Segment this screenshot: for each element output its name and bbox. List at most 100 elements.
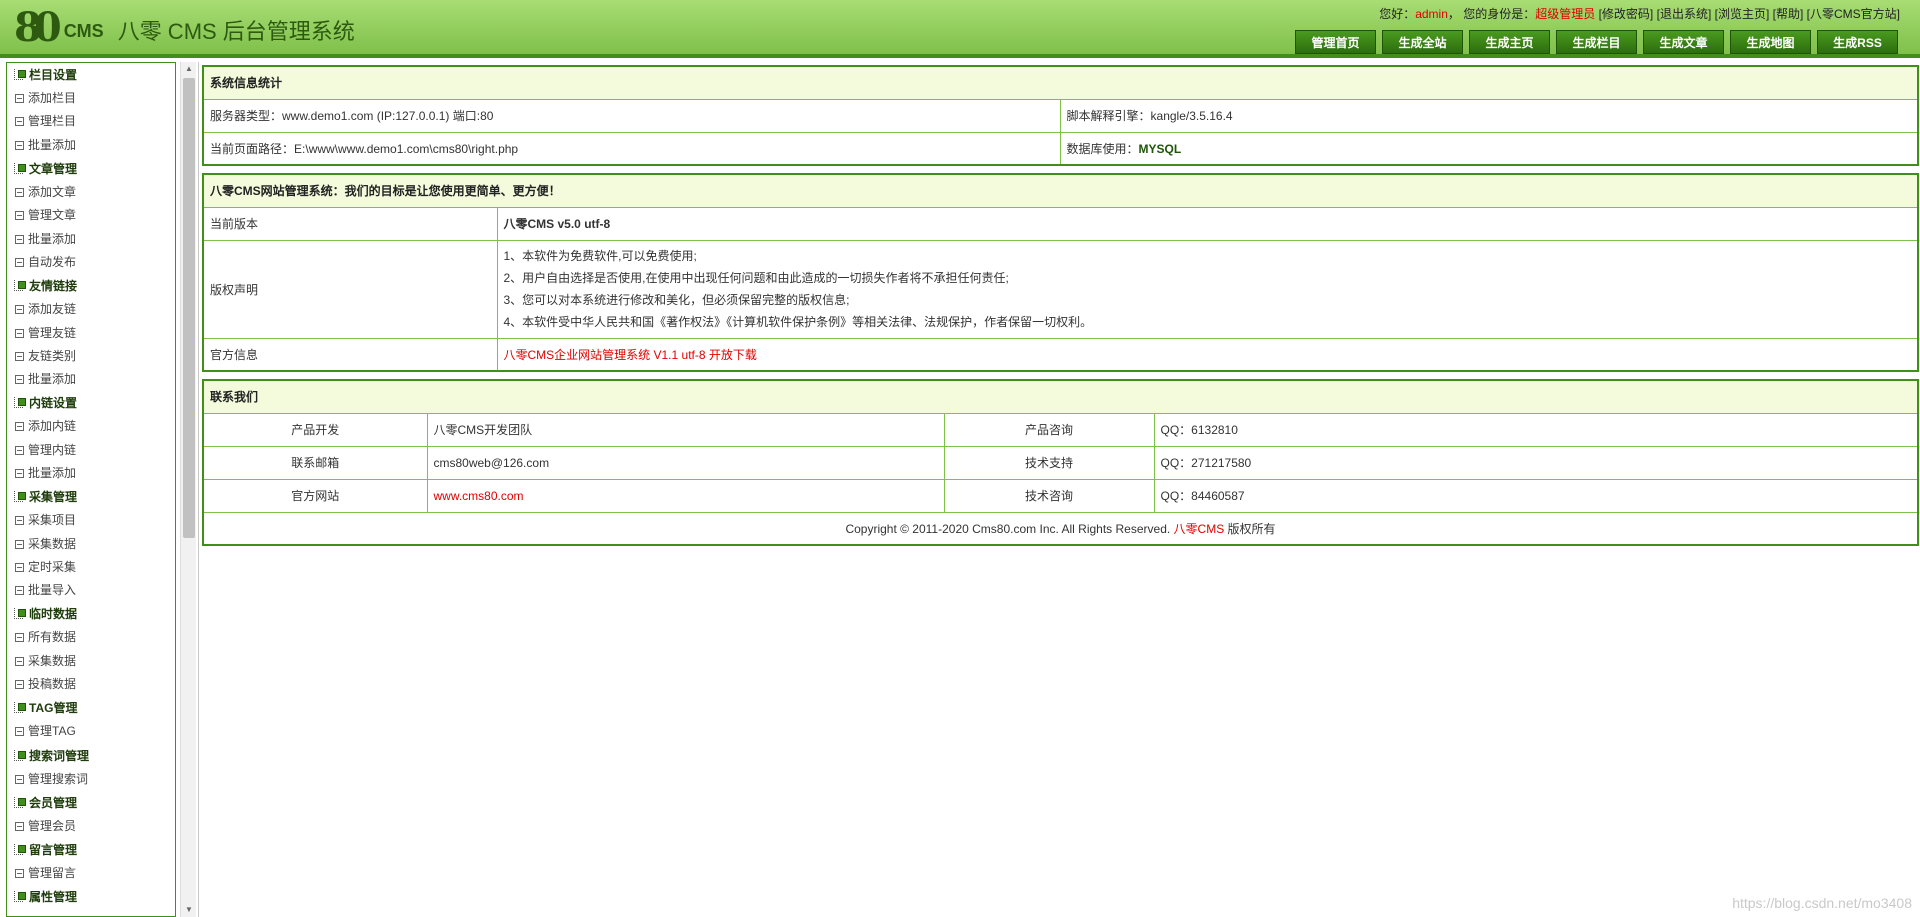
sidebar-item-label: 管理文章 [28, 208, 77, 223]
sidebar-item[interactable]: 管理留言 [7, 862, 175, 885]
sidebar-item[interactable]: 定时采集 [7, 556, 175, 579]
sidebar-item[interactable]: 管理内链 [7, 439, 175, 462]
sidebar-item[interactable]: 投稿数据 [7, 673, 175, 696]
collapse-square-icon [15, 351, 24, 361]
official-website-link[interactable]: www.cms80.com [434, 489, 524, 503]
collapse-square-icon [15, 727, 24, 737]
sidebar-category[interactable]: TAG管理 [7, 696, 175, 720]
sidebar-item[interactable]: 批量添加 [7, 227, 175, 250]
sidebar-item-label: 添加友链 [28, 302, 77, 317]
sidebar-item-label: 采集数据 [28, 653, 77, 668]
sidebar-category-label: 栏目设置 [29, 68, 78, 82]
sidebar-category[interactable]: 临时数据 [7, 602, 175, 626]
sidebar-item[interactable]: 管理会员 [7, 815, 175, 838]
sidebar-item[interactable]: 自动发布 [7, 251, 175, 274]
sidebar-category[interactable]: 会员管理 [7, 791, 175, 815]
sidebar-item[interactable]: 所有数据 [7, 626, 175, 649]
sidebar-item[interactable]: 管理TAG [7, 720, 175, 743]
script-engine-label: 脚本解释引擎： [1066, 109, 1151, 123]
sidebar-item[interactable]: 采集数据 [7, 650, 175, 673]
sidebar-item[interactable]: 批量添加 [7, 462, 175, 485]
nav-admin-home[interactable]: 管理首页 [1295, 30, 1376, 54]
sidebar-category[interactable]: 文章管理 [7, 157, 175, 181]
version-label: 当前版本 [202, 206, 498, 241]
nav-generate-site[interactable]: 生成全站 [1382, 30, 1463, 54]
help-link[interactable]: [帮助] [1773, 7, 1804, 21]
sidebar-category[interactable]: 属性管理 [7, 885, 175, 909]
sidebar-item[interactable]: 友链类别 [7, 345, 175, 368]
sidebar-category[interactable]: 搜索词管理 [7, 744, 175, 768]
sidebar-item[interactable]: 管理友链 [7, 321, 175, 344]
sidebar-category[interactable]: 采集管理 [7, 485, 175, 509]
tree-folder-icon [13, 890, 27, 904]
sidebar-category-label: TAG管理 [29, 701, 78, 716]
sidebar-item-label: 管理栏目 [28, 114, 77, 129]
collapse-square-icon [15, 656, 24, 666]
contact-title: 联系我们 [202, 379, 1919, 414]
change-password-link[interactable]: [修改密码] [1599, 7, 1654, 21]
sidebar-item[interactable]: 批量添加 [7, 368, 175, 391]
sidebar-item[interactable]: 采集数据 [7, 532, 175, 555]
tree-folder-icon [13, 396, 27, 410]
logout-link[interactable]: [退出系统] [1657, 7, 1712, 21]
collapse-square-icon [15, 188, 24, 198]
sidebar-item[interactable]: 添加栏目 [7, 87, 175, 110]
system-info-title: 系统信息统计 [202, 65, 1919, 100]
sidebar-item-label: 定时采集 [28, 559, 77, 574]
sidebar-item[interactable]: 添加内链 [7, 415, 175, 438]
sidebar-item-label: 批量添加 [28, 137, 77, 152]
sidebar-item-label: 批量导入 [28, 583, 77, 598]
sidebar-category[interactable]: 栏目设置 [7, 63, 175, 87]
nav-generate-columns[interactable]: 生成栏目 [1556, 30, 1637, 54]
contact-value: 八零CMS开发团队 [426, 412, 945, 447]
sidebar-item[interactable]: 管理文章 [7, 204, 175, 227]
collapse-square-icon [15, 539, 24, 549]
sidebar-category[interactable]: 留言管理 [7, 838, 175, 862]
scroll-thumb[interactable] [183, 78, 195, 538]
script-engine-cell: 脚本解释引擎：kangle/3.5.16.4 [1059, 98, 1919, 133]
sidebar-item[interactable]: 添加文章 [7, 181, 175, 204]
collapse-square-icon [15, 375, 24, 385]
footer-prefix: Copyright © 2011-2020 Cms80.com Inc. All… [845, 521, 1174, 536]
user-bar: 您好：admin， 您的身份是：超级管理员 [修改密码] [退出系统] [浏览主… [1379, 5, 1900, 22]
nav-generate-home[interactable]: 生成主页 [1469, 30, 1550, 54]
sidebar-scrollbar[interactable]: ▲ ▼ [180, 62, 196, 917]
footer-suffix: 版权所有 [1224, 521, 1276, 536]
sidebar-item[interactable]: 添加友链 [7, 298, 175, 321]
contact-label: 技术咨询 [943, 478, 1155, 513]
sidebar-item-label: 友链类别 [28, 348, 77, 363]
sidebar-item-label: 批量添加 [28, 231, 77, 246]
server-type-value: www.demo1.com (IP:127.0.0.1) 端口:80 [282, 109, 494, 123]
sidebar-category-label: 文章管理 [29, 161, 78, 176]
greeting-label: 您好： [1379, 7, 1416, 21]
tree-folder-icon [13, 490, 27, 504]
sidebar-item[interactable]: 批量导入 [7, 579, 175, 602]
footer-brand-link[interactable]: 八零CMS [1174, 522, 1225, 536]
scroll-down-arrow-icon[interactable]: ▼ [181, 903, 197, 917]
view-homepage-link[interactable]: [浏览主页] [1715, 7, 1770, 21]
collapse-square-icon [15, 869, 24, 879]
official-site-link[interactable]: [八零CMS官方站] [1807, 7, 1900, 21]
database-value: MYSQL [1138, 141, 1182, 156]
official-download-link[interactable]: 八零CMS企业网站管理系统 V1.1 utf-8 开放下载 [504, 348, 757, 362]
nav-generate-articles[interactable]: 生成文章 [1643, 30, 1724, 54]
sidebar-category[interactable]: 内链设置 [7, 391, 175, 415]
tree-folder-icon [13, 279, 27, 293]
sidebar-category-label: 属性管理 [29, 890, 78, 905]
sidebar-item[interactable]: 批量添加 [7, 134, 175, 157]
sidebar-item[interactable]: 管理搜索词 [7, 768, 175, 791]
nav-generate-sitemap[interactable]: 生成地图 [1730, 30, 1811, 54]
contact-value: QQ：271217580 [1153, 445, 1919, 480]
contact-table: 联系我们 产品开发 八零CMS开发团队 产品咨询 QQ：6132810 联系邮箱… [202, 379, 1919, 546]
sidebar-category[interactable]: 友情链接 [7, 274, 175, 298]
sidebar-category-label: 内链设置 [29, 396, 78, 411]
scroll-up-arrow-icon[interactable]: ▲ [181, 62, 197, 76]
database-label: 数据库使用： [1066, 141, 1139, 156]
sidebar-item[interactable]: 管理栏目 [7, 110, 175, 133]
sidebar-item[interactable]: 采集项目 [7, 509, 175, 532]
nav-generate-rss[interactable]: 生成RSS [1817, 30, 1898, 54]
copyright-line-3: 3、您可以对本系统进行修改和美化，但必须保留完整的版权信息; [503, 293, 850, 307]
username: admin [1415, 7, 1448, 21]
collapse-square-icon [15, 422, 24, 432]
contact-row: 联系邮箱 cms80web@126.com 技术支持 QQ：271217580 [202, 445, 1919, 480]
